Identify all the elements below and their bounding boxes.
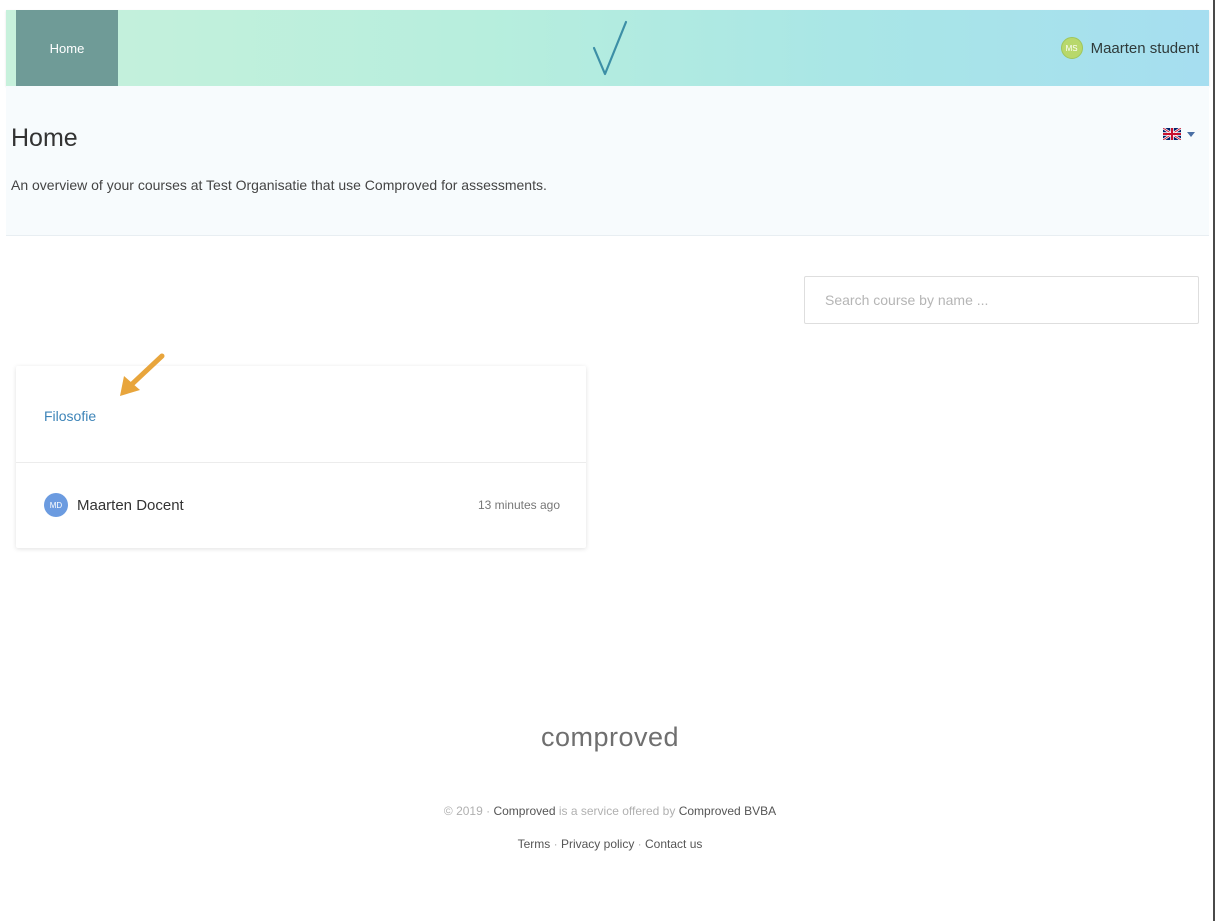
uk-flag-icon: [1163, 128, 1181, 140]
annotation-arrow-icon: [120, 353, 165, 396]
terms-link[interactable]: Terms: [518, 837, 551, 851]
search-course-input[interactable]: [804, 276, 1199, 324]
footer-service-text: is a service offered by: [558, 804, 676, 818]
footer-brand: Comproved: [493, 804, 556, 818]
card-divider: [16, 462, 586, 463]
window-edge: [1213, 0, 1215, 921]
course-updated-time: 13 minutes ago: [477, 498, 560, 512]
comproved-check-logo-icon[interactable]: [590, 20, 630, 78]
user-avatar-initials: MS: [1065, 43, 1078, 53]
privacy-policy-link[interactable]: Privacy policy: [561, 837, 634, 851]
user-menu[interactable]: MS Maarten student: [1060, 10, 1199, 86]
nav-home-label: Home: [49, 40, 85, 56]
page: Home MS Maarten student Home An overview…: [0, 0, 1220, 921]
separator: ·: [637, 837, 642, 851]
top-navbar: Home MS Maarten student: [6, 10, 1209, 86]
course-card: Filosofie MD Maarten Docent 13 minutes a…: [16, 366, 586, 548]
chevron-down-icon: [1187, 131, 1195, 137]
contact-us-link[interactable]: Contact us: [645, 837, 702, 851]
course-title-link[interactable]: Filosofie: [44, 408, 96, 424]
nav-home-button[interactable]: Home: [16, 10, 118, 86]
footer-logo: comproved: [540, 722, 680, 752]
course-card-footer: MD Maarten Docent 13 minutes ago: [44, 492, 560, 518]
user-avatar: MS: [1060, 37, 1083, 59]
separator: ·: [553, 837, 558, 851]
copyright-year: © 2019: [443, 804, 483, 818]
separator: ·: [486, 804, 491, 818]
user-name: Maarten student: [1090, 39, 1199, 57]
page-subtitle: An overview of your courses at Test Orga…: [11, 177, 547, 193]
footer-company: Comproved BVBA: [678, 804, 777, 818]
teacher-avatar: MD: [44, 493, 68, 517]
teacher-name: Maarten Docent: [77, 496, 184, 514]
page-header: Home An overview of your courses at Test…: [6, 86, 1209, 236]
footer-copyright: © 2019 · Comproved is a service offered …: [0, 804, 1220, 818]
page-title: Home: [11, 124, 78, 152]
language-selector[interactable]: [1163, 128, 1195, 140]
teacher-avatar-initials: MD: [49, 500, 63, 510]
footer-links: Terms · Privacy policy · Contact us: [0, 837, 1220, 851]
